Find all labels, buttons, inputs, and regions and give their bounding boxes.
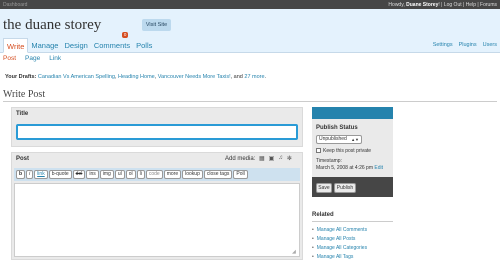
dashboard-link[interactable]: Dashboard	[3, 2, 27, 8]
close-tags-button[interactable]: close tags	[203, 170, 233, 179]
menu-comments-label: Comments	[93, 41, 131, 50]
blockquote-button[interactable]: b-quote	[48, 170, 72, 179]
italic-button[interactable]: i	[26, 170, 34, 179]
drafts-and: , and	[230, 74, 245, 80]
add-image-icon[interactable]: ▦	[259, 155, 265, 162]
publish-box: Publish Status Unpublished ▲▼ Keep this p…	[312, 107, 393, 197]
publish-box-header-bar	[312, 107, 393, 119]
related-heading: Related	[312, 212, 393, 222]
related-list: Manage All Comments Manage All Posts Man…	[312, 226, 393, 262]
lookup-button[interactable]: lookup	[182, 170, 203, 179]
timestamp-label: Timestamp:	[316, 158, 342, 164]
comments-count-badge: 0	[121, 32, 129, 38]
ol-button[interactable]: ol	[125, 170, 136, 179]
poll-button[interactable]: Poll	[233, 170, 248, 179]
menu-write[interactable]: Write	[3, 38, 29, 53]
submenu-post[interactable]: Post	[3, 55, 16, 62]
img-button[interactable]: img	[99, 170, 114, 179]
publish-status-select[interactable]: Unpublished ▲▼	[316, 135, 362, 144]
ul-button[interactable]: ul	[114, 170, 125, 179]
drafts-line: Your Drafts: Canadian Vs American Spelli…	[5, 74, 267, 80]
user-name[interactable]: Duane Storey	[406, 2, 438, 8]
more-button[interactable]: more	[163, 170, 182, 179]
quicktags-toolbar: b i link b-quote del ins img ul ol li co…	[14, 168, 300, 181]
code-button[interactable]: code	[145, 170, 163, 179]
page-title: Write Post	[3, 89, 46, 100]
private-checkbox-label: Keep this post private	[323, 148, 372, 154]
private-checkbox[interactable]	[316, 148, 321, 153]
title-box: Title	[11, 107, 303, 147]
chevron-updown-icon: ▲▼	[351, 137, 359, 142]
related-link-comments[interactable]: Manage All Comments	[312, 226, 393, 235]
submenu-link[interactable]: Link	[49, 55, 61, 62]
post-box: Post Add media: ▦ ▣ ♫ ✻ b i link b-quote…	[11, 152, 303, 260]
private-checkbox-row[interactable]: Keep this post private	[316, 148, 371, 154]
site-title: the duane storey	[3, 17, 102, 33]
add-media-label: Add media:	[225, 156, 256, 162]
del-button[interactable]: del	[72, 170, 86, 179]
title-input[interactable]	[16, 124, 298, 140]
ins-button[interactable]: ins	[86, 170, 99, 179]
related-box: Related Manage All Comments Manage All P…	[312, 212, 393, 262]
resize-grip-icon[interactable]: ◢	[292, 249, 298, 255]
menu-polls[interactable]: Polls	[133, 38, 155, 53]
related-link-categories[interactable]: Manage All Categories	[312, 244, 393, 253]
save-button[interactable]: Save	[316, 183, 332, 193]
link-button[interactable]: link	[34, 170, 48, 179]
add-audio-icon[interactable]: ♫	[278, 155, 283, 162]
write-submenu: Post Page Link	[3, 55, 61, 62]
user-links: Howdy, Duane Storey! | Log Out | Help | …	[388, 2, 497, 8]
publish-status-value: Unpublished	[319, 136, 347, 142]
account-links[interactable]: ! | Log Out | Help | Forums	[438, 2, 497, 8]
publish-actions: Save Publish	[312, 177, 393, 197]
related-link-posts[interactable]: Manage All Posts	[312, 235, 393, 244]
menu-comments[interactable]: Comments 0	[91, 32, 133, 53]
bold-button[interactable]: b	[16, 170, 26, 179]
drafts-label: Your Drafts:	[5, 74, 37, 80]
add-video-icon[interactable]: ▣	[269, 155, 275, 162]
publish-button[interactable]: Publish	[334, 183, 356, 193]
main-menu-bar: Write Manage Design Comments 0 Polls Sett…	[0, 32, 500, 53]
menu-settings[interactable]: Settings	[433, 42, 453, 48]
publish-status-heading: Publish Status	[316, 125, 358, 131]
draft-link[interactable]: Canadian Vs American Spelling	[38, 74, 115, 80]
submenu-page[interactable]: Page	[25, 55, 40, 62]
add-media-icon[interactable]: ✻	[287, 155, 292, 162]
timestamp-value: March 5, 2008 at 4:26 pm	[316, 165, 373, 171]
menu-manage[interactable]: Manage	[28, 38, 61, 53]
draft-link[interactable]: Vancouver Needs More Taxis!	[158, 74, 231, 80]
menu-plugins[interactable]: Plugins	[459, 42, 477, 48]
menu-design[interactable]: Design	[61, 38, 90, 53]
post-content-textarea[interactable]: ◢	[14, 183, 300, 257]
timestamp: Timestamp: March 5, 2008 at 4:26 pm Edit	[316, 158, 383, 172]
timestamp-edit-link[interactable]: Edit	[374, 165, 383, 171]
admin-bar: Dashboard Howdy, Duane Storey! | Log Out…	[0, 0, 500, 9]
title-divider	[3, 101, 497, 102]
howdy-text: Howdy,	[388, 1, 407, 8]
li-button[interactable]: li	[136, 170, 145, 179]
secondary-menu: Settings Plugins Users	[433, 42, 497, 48]
post-label: Post	[16, 156, 30, 162]
draft-link[interactable]: Heading Home	[118, 74, 155, 80]
more-drafts-link[interactable]: 27 more	[244, 74, 264, 80]
media-icons: ▦ ▣ ♫ ✻	[259, 155, 292, 162]
visit-site-button[interactable]: Visit Site	[142, 19, 171, 31]
site-header: the duane storey Visit Site	[0, 9, 500, 38]
menu-users[interactable]: Users	[483, 42, 497, 48]
main-menu: Write Manage Design Comments 0 Polls	[3, 32, 155, 53]
related-link-tags[interactable]: Manage All Tags	[312, 253, 393, 262]
title-label: Title	[16, 111, 29, 117]
